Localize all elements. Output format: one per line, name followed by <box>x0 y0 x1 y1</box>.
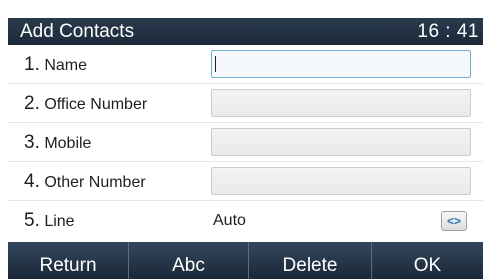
form-row-office-number: 2. Office Number <box>8 84 483 123</box>
name-field[interactable] <box>211 50 471 78</box>
row-label: Mobile <box>44 135 92 152</box>
row-label: Office Number <box>44 96 148 113</box>
row-number: 1. <box>24 54 40 75</box>
clock: 16 : 41 <box>417 21 479 42</box>
ok-button[interactable]: OK <box>371 242 483 279</box>
row-number: 2. <box>24 93 40 114</box>
delete-button[interactable]: Delete <box>248 242 371 279</box>
name-label: 1. Name <box>24 45 87 83</box>
office-number-label: 2. Office Number <box>24 84 147 122</box>
row-label: Line <box>44 213 75 230</box>
row-number: 3. <box>24 132 40 153</box>
line-label: 5. Line <box>24 201 75 239</box>
text-cursor <box>215 56 216 72</box>
line-select-value[interactable]: Auto <box>213 201 246 241</box>
form-row-other-number: 4. Other Number <box>8 162 483 201</box>
softkey-bar: Return Abc Delete OK <box>8 242 483 279</box>
form-row-line[interactable]: 5. Line Auto <> <box>8 201 483 240</box>
input-mode-button[interactable]: Abc <box>128 242 248 279</box>
other-number-field[interactable] <box>211 167 471 195</box>
page-title: Add Contacts <box>20 21 135 42</box>
left-right-arrows-icon[interactable]: <> <box>441 211 467 231</box>
row-number: 5. <box>24 210 40 231</box>
row-number: 4. <box>24 171 40 192</box>
form-row-name: 1. Name <box>8 45 483 84</box>
mobile-field[interactable] <box>211 128 471 156</box>
office-number-field[interactable] <box>211 89 471 117</box>
row-label: Other Number <box>44 174 146 191</box>
row-label: Name <box>44 57 87 74</box>
mobile-label: 3. Mobile <box>24 123 91 161</box>
title-bar: Add Contacts 16 : 41 <box>8 18 483 45</box>
add-contact-form: 1. Name 2. Office Number 3. Mobile 4. Ot… <box>8 45 483 239</box>
phone-screen: Add Contacts 16 : 41 1. Name 2. Office N… <box>0 0 483 279</box>
form-row-mobile: 3. Mobile <box>8 123 483 162</box>
return-button[interactable]: Return <box>8 242 128 279</box>
other-number-label: 4. Other Number <box>24 162 146 200</box>
